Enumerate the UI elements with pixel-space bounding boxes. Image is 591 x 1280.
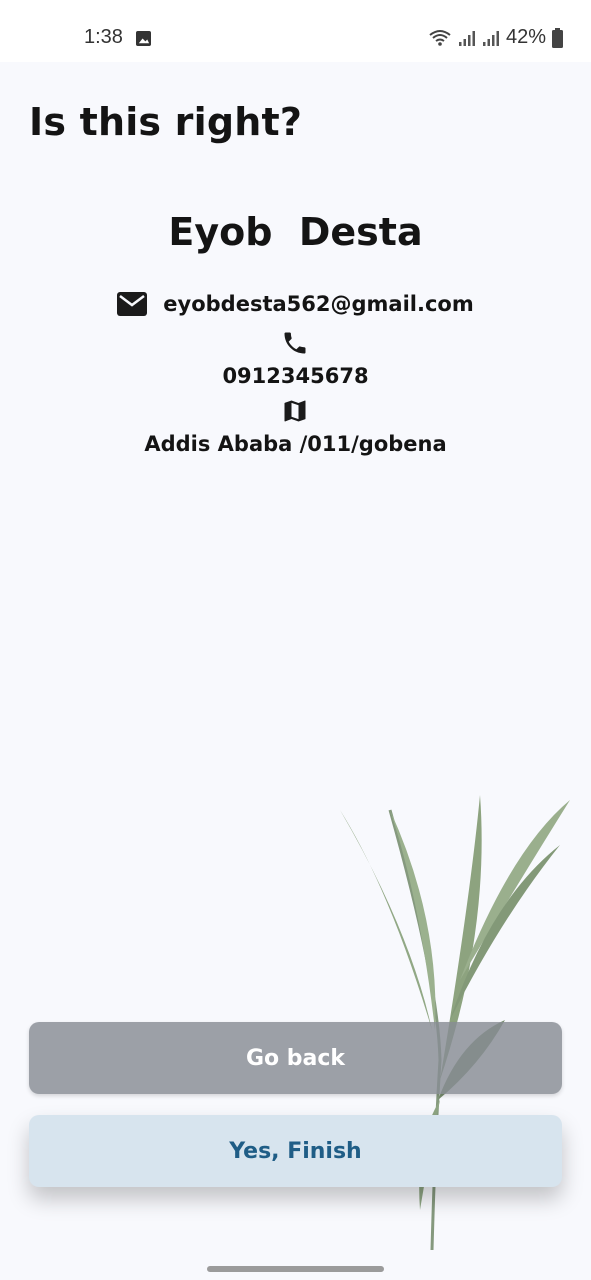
phone-text: 0912345678 (222, 364, 369, 388)
email-row: eyobdesta562@gmail.com (0, 292, 591, 316)
battery-percentage: 42% (505, 26, 546, 48)
page-title: Is this right? (29, 100, 303, 144)
gallery-notification-icon (136, 31, 151, 46)
go-back-button[interactable]: Go back (29, 1022, 562, 1094)
status-bar: 1:38 42% (0, 0, 591, 62)
status-time: 1:38 (84, 26, 123, 48)
profile-name: Eyob Desta (168, 210, 423, 254)
yes-finish-button[interactable]: Yes, Finish (29, 1115, 562, 1187)
email-text: eyobdesta562@gmail.com (163, 292, 474, 316)
wifi-icon (429, 29, 451, 46)
address-text: Addis Ababa /011/gobena (144, 432, 447, 456)
signal-icon-sim2 (482, 30, 499, 46)
gesture-nav-handle[interactable] (207, 1266, 384, 1272)
battery-icon (552, 27, 563, 48)
phone-icon (280, 328, 310, 358)
mail-icon (117, 292, 148, 316)
signal-icon-sim1 (458, 30, 475, 46)
map-icon (280, 396, 310, 426)
status-icons: 42% (428, 26, 563, 49)
